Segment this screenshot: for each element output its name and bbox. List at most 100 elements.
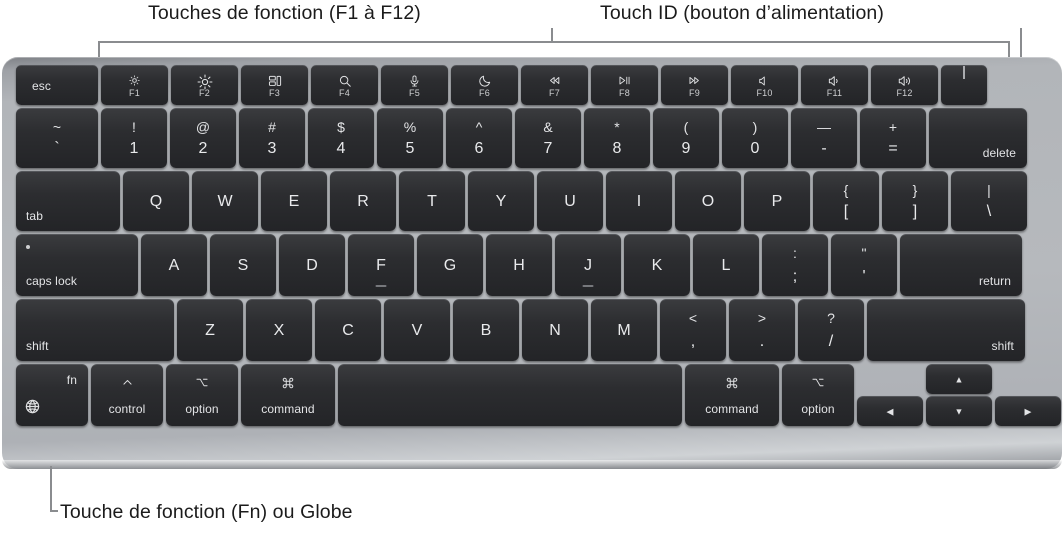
key-key-b[interactable]: B — [453, 299, 519, 361]
key-shifted-label: > — [757, 310, 767, 326]
key-key-t[interactable]: T — [399, 171, 465, 231]
key-digit-2[interactable]: @2 — [170, 108, 236, 168]
callout-stem-fn-globe — [50, 466, 52, 510]
callout-tick-fn-globe — [50, 510, 58, 512]
modifier-label: option — [801, 402, 835, 416]
key-key-p[interactable]: P — [744, 171, 810, 231]
key-key-y[interactable]: Y — [468, 171, 534, 231]
key-key-i[interactable]: I — [606, 171, 672, 231]
key-slash[interactable]: ? / — [798, 299, 864, 361]
key-bracket-right[interactable]: }] — [882, 171, 948, 231]
key-comma[interactable]: <, — [660, 299, 726, 361]
key-f6[interactable]: F6 — [451, 65, 518, 105]
key-space[interactable] — [338, 364, 682, 426]
key-f3[interactable]: F3 — [241, 65, 308, 105]
key-key-g[interactable]: G — [417, 234, 483, 296]
key-shifted-label: @ — [195, 119, 211, 135]
key-key-q[interactable]: Q — [123, 171, 189, 231]
key-f4[interactable]: F4 — [311, 65, 378, 105]
key-primary-label: ] — [912, 203, 918, 220]
key-key-k[interactable]: K — [624, 234, 690, 296]
key-f1[interactable]: F1 — [101, 65, 168, 105]
key-key-x[interactable]: X — [246, 299, 312, 361]
key-digit-0[interactable]: ) 0 — [722, 108, 788, 168]
key-f8[interactable]: F8 — [591, 65, 658, 105]
key-digit-9[interactable]: (9 — [653, 108, 719, 168]
key-digit-3[interactable]: #3 — [239, 108, 305, 168]
key-primary-label: [ — [843, 203, 849, 220]
key-f10[interactable]: F10 — [731, 65, 798, 105]
fn-number-label: F11 — [826, 88, 843, 98]
key-key-a[interactable]: A — [141, 234, 207, 296]
key-primary-label: N — [549, 321, 561, 339]
key-digit-5[interactable]: % 5 — [377, 108, 443, 168]
key-esc[interactable]: esc — [16, 65, 98, 105]
key-primary-label: P — [771, 192, 783, 210]
key-f7[interactable]: F7 — [521, 65, 588, 105]
key-f2[interactable]: F2 — [171, 65, 238, 105]
key-key-v[interactable]: V — [384, 299, 450, 361]
arrow-glyph: ▲ — [954, 374, 964, 384]
key-command-left[interactable]: command — [241, 364, 335, 426]
key-key-u[interactable]: U — [537, 171, 603, 231]
key-digit-1[interactable]: ! 1 — [101, 108, 167, 168]
key-period[interactable]: >. — [729, 299, 795, 361]
key-shift-left[interactable]: shift — [16, 299, 174, 361]
key-caps-lock[interactable]: caps lock — [16, 234, 138, 296]
key-bracket-left[interactable]: {[ — [813, 171, 879, 231]
key-key-r[interactable]: R — [330, 171, 396, 231]
key-shift-right[interactable]: shift — [867, 299, 1025, 361]
key-control[interactable]: control — [91, 364, 163, 426]
fn-number-label: F8 — [619, 88, 630, 98]
key-primary-label: Q — [149, 192, 163, 210]
key-quote[interactable]: " ' — [831, 234, 897, 296]
key-primary-label: \ — [986, 203, 992, 220]
key-key-o[interactable]: O — [675, 171, 741, 231]
modifier-label: control — [108, 402, 146, 416]
key-arrow-right[interactable]: ▶ — [995, 396, 1061, 426]
key-digit-7[interactable]: & 7 — [515, 108, 581, 168]
key-backslash[interactable]: | \ — [951, 171, 1027, 231]
key-key-s[interactable]: S — [210, 234, 276, 296]
key-tab[interactable]: tab — [16, 171, 120, 231]
arrow-updown-column: ▲ ▼ — [926, 364, 992, 426]
key-option-right[interactable]: option — [782, 364, 854, 426]
key-f12[interactable]: F12 — [871, 65, 938, 105]
key-f9[interactable]: F9 — [661, 65, 728, 105]
key-primary-label: , — [690, 333, 696, 350]
key-key-d[interactable]: D — [279, 234, 345, 296]
key-fn-globe[interactable]: fn — [16, 364, 88, 426]
key-key-l[interactable]: L — [693, 234, 759, 296]
key-key-h[interactable]: H — [486, 234, 552, 296]
key-key-e[interactable]: E — [261, 171, 327, 231]
key-key-w[interactable]: W — [192, 171, 258, 231]
key-key-n[interactable]: N — [522, 299, 588, 361]
key-semicolon[interactable]: :; — [762, 234, 828, 296]
fn-number-label: F12 — [896, 88, 913, 98]
key-key-j[interactable]: J — [555, 234, 621, 296]
keyboard-row-number-row: ~ `! 1 @2 #3 $4% 5 ^ 6 & 7 * 8(9) 0— - + = delete — [16, 108, 1048, 168]
key-key-f[interactable]: F — [348, 234, 414, 296]
key-digit-8[interactable]: * 8 — [584, 108, 650, 168]
key-key-m[interactable]: M — [591, 299, 657, 361]
key-digit-6[interactable]: ^ 6 — [446, 108, 512, 168]
key-key-c[interactable]: C — [315, 299, 381, 361]
key-command-right[interactable]: command — [685, 364, 779, 426]
key-arrow-down[interactable]: ▼ — [926, 396, 992, 426]
key-touch-id[interactable] — [941, 65, 987, 105]
key-minus[interactable]: — - — [791, 108, 857, 168]
key-f11[interactable]: F11 — [801, 65, 868, 105]
key-digit-4[interactable]: $4 — [308, 108, 374, 168]
key-shifted-label: + — [888, 119, 898, 135]
key-f5[interactable]: F5 — [381, 65, 448, 105]
key-delete[interactable]: delete — [929, 108, 1027, 168]
touch-id-sensor — [963, 66, 965, 79]
key-backtick[interactable]: ~ ` — [16, 108, 98, 168]
key-option-left[interactable]: option — [166, 364, 238, 426]
key-return[interactable]: return — [900, 234, 1022, 296]
option-icon — [166, 376, 238, 393]
key-key-z[interactable]: Z — [177, 299, 243, 361]
key-arrow-up[interactable]: ▲ — [926, 364, 992, 394]
key-arrow-left[interactable]: ◀ — [857, 396, 923, 426]
key-equals[interactable]: + = — [860, 108, 926, 168]
